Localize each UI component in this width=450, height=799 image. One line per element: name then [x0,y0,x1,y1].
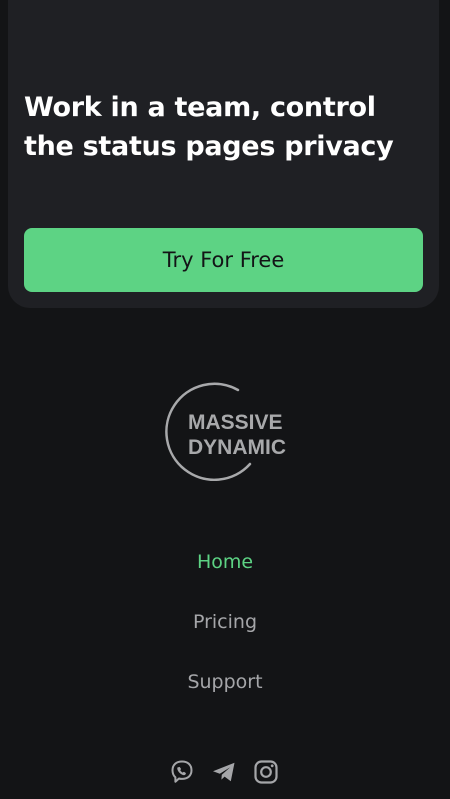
telegram-icon[interactable] [210,758,238,786]
massive-dynamic-logo[interactable]: MASSIVE DYNAMIC [150,382,300,482]
logo-wordmark: MASSIVE DYNAMIC [188,410,286,460]
footer-nav: Home Pricing Support [0,540,450,720]
logo-line-2: DYNAMIC [188,436,286,459]
nav-link-support[interactable]: Support [0,660,450,720]
logo-line-1: MASSIVE [188,411,283,434]
try-for-free-button[interactable]: Try For Free [24,228,423,292]
social-links [168,758,282,786]
viber-icon[interactable] [168,758,196,786]
promo-title: Work in a team, control the status pages… [24,92,394,162]
nav-link-home[interactable]: Home [0,540,450,600]
instagram-icon[interactable] [252,758,280,786]
nav-link-pricing[interactable]: Pricing [0,600,450,660]
